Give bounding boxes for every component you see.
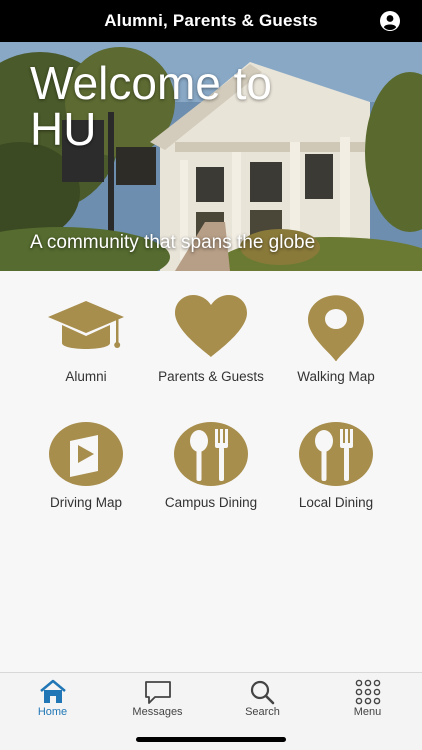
graduation-cap-icon <box>48 301 124 349</box>
hero-title: Welcome to HU <box>30 57 273 155</box>
tile-walking-map[interactable]: Walking Map <box>266 271 406 384</box>
tile-label: Driving Map <box>49 495 123 510</box>
home-indicator <box>136 737 286 742</box>
tile-label: Parents & Guests <box>158 369 264 384</box>
hero-subtitle: A community that spans the globe <box>30 232 316 253</box>
driving-map-icon <box>49 422 123 486</box>
tile-alumni[interactable]: Alumni <box>16 271 156 384</box>
hero-banner: Welcome to HU A community that spans the… <box>0 42 422 271</box>
tile-parents-guests[interactable]: Parents & Guests <box>141 271 281 384</box>
tile-campus-dining[interactable]: Campus Dining <box>141 397 281 510</box>
tab-search[interactable]: Search <box>210 673 315 723</box>
map-pin-icon <box>308 295 364 361</box>
tab-label: Menu <box>353 706 382 718</box>
tab-menu[interactable]: Menu <box>315 673 420 723</box>
tab-label: Messages <box>132 706 183 718</box>
tab-home[interactable]: Home <box>0 673 105 723</box>
tile-local-dining[interactable]: Local Dining <box>266 397 406 510</box>
spoon-fork-icon <box>174 422 248 486</box>
tile-label: Walking Map <box>297 369 375 384</box>
tile-driving-map[interactable]: Driving Map <box>16 397 156 510</box>
tile-label: Campus Dining <box>164 495 258 510</box>
tile-label: Alumni <box>65 369 107 384</box>
header-title: Alumni, Parents & Guests <box>104 11 318 30</box>
tab-messages[interactable]: Messages <box>105 673 210 723</box>
tab-label: Home <box>37 706 68 718</box>
account-circle-icon[interactable] <box>380 11 400 31</box>
heart-icon <box>175 295 247 357</box>
home-icon <box>40 679 66 703</box>
tile-label: Local Dining <box>298 495 374 510</box>
speech-bubble-icon <box>145 681 171 704</box>
app-header: Alumni, Parents & Guests <box>0 0 422 42</box>
tab-label: Search <box>245 706 280 718</box>
search-icon <box>250 680 275 705</box>
spoon-fork-icon <box>299 422 373 486</box>
grid-dots-icon <box>355 679 381 705</box>
